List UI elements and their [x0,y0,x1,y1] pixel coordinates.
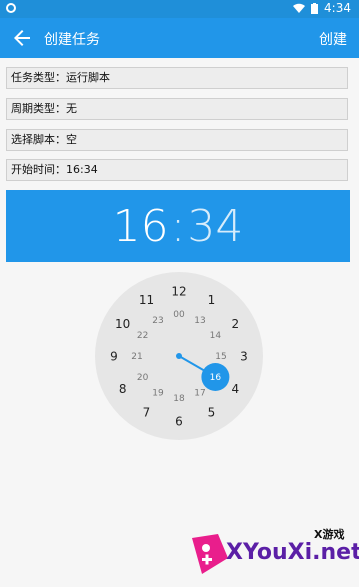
start-time-value: 16:34 [66,163,98,176]
hour-outer-7[interactable]: 7 [143,406,151,420]
hour-inner-21[interactable]: 21 [131,352,142,362]
hour-outer-12[interactable]: 12 [171,284,186,298]
time-separator: : [170,200,186,252]
minute-display[interactable]: 34 [187,201,243,252]
script-select-label: 选择脚本： [11,133,66,146]
hour-outer-8[interactable]: 8 [119,382,127,396]
cycle-type-value: 无 [66,102,77,115]
watermark: XYouXi.net X游戏 [188,520,359,584]
hour-outer-1[interactable]: 1 [208,293,216,307]
wifi-icon [293,3,306,13]
start-time-field[interactable]: 开始时间：16:34 [6,159,348,181]
time-display: 16:34 [6,190,350,262]
page-title: 创建任务 [44,32,100,48]
hour-inner-17[interactable]: 17 [194,389,205,399]
hour-inner-15[interactable]: 15 [215,352,226,362]
hour-outer-11[interactable]: 11 [139,293,154,307]
hour-inner-23[interactable]: 23 [152,316,163,326]
task-type-value: 运行脚本 [66,71,110,84]
app-bar: 创建任务 创建 [0,18,359,58]
hour-inner-20[interactable]: 20 [137,373,149,383]
back-arrow-icon[interactable] [10,26,34,50]
start-time-label: 开始时间： [11,163,66,176]
notification-icon [6,3,16,13]
hour-outer-2[interactable]: 2 [231,317,239,331]
task-type-label: 任务类型： [11,71,66,84]
hour-inner-16[interactable]: 16 [210,373,222,383]
hour-outer-10[interactable]: 10 [115,317,130,331]
watermark-brand: X游戏 [314,528,345,541]
hour-inner-22[interactable]: 22 [137,331,148,341]
cycle-type-field[interactable]: 周期类型：无 [6,98,348,120]
script-select-value: 空 [66,133,77,146]
hour-display[interactable]: 16 [113,201,169,252]
hour-outer-9[interactable]: 9 [110,349,118,363]
script-select-field[interactable]: 选择脚本：空 [6,129,348,151]
task-type-field[interactable]: 任务类型：运行脚本 [6,67,348,89]
hour-inner-13[interactable]: 13 [194,316,205,326]
hour-inner-14[interactable]: 14 [210,331,222,341]
clock-face[interactable]: 121234567891011001314151617181920212223 [95,272,263,440]
clock-dial[interactable]: 12 1 2 3 4 5 6 7 8 9 10 11 00 13 14 15 16 17 18 19 20 21 22 23 [95,272,263,440]
hour-inner-18[interactable]: 18 [173,394,185,404]
create-button[interactable]: 创建 [319,29,347,49]
hour-outer-3[interactable]: 3 [240,349,248,363]
cycle-type-label: 周期类型： [11,102,66,115]
hour-inner-00[interactable]: 00 [173,310,185,320]
battery-icon [311,2,319,14]
status-time: 4:34 [324,1,351,15]
hour-outer-5[interactable]: 5 [208,406,216,420]
status-bar: 4:34 [0,0,359,18]
hour-outer-4[interactable]: 4 [231,382,239,396]
hour-outer-6[interactable]: 6 [175,414,183,428]
watermark-logo: XYouXi.net [226,540,359,565]
hour-inner-19[interactable]: 19 [152,389,164,399]
